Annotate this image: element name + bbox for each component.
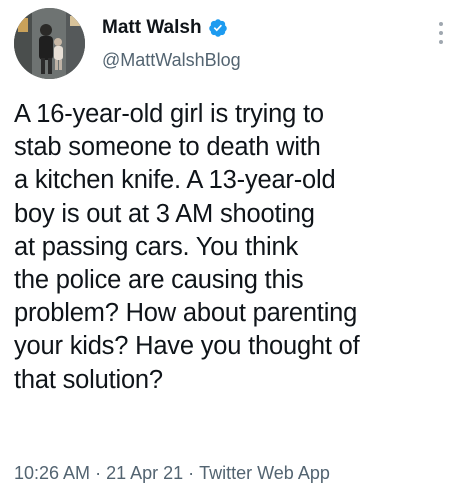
author-display-name[interactable]: Matt Walsh bbox=[102, 17, 202, 39]
tweet-card: Matt Walsh @MattWalshBlog A 16-year-old … bbox=[0, 0, 463, 500]
more-dot bbox=[439, 31, 443, 35]
tweet-date[interactable]: 21 Apr 21 bbox=[106, 463, 183, 483]
more-options-icon[interactable] bbox=[433, 22, 449, 44]
avatar[interactable] bbox=[14, 8, 85, 79]
more-dot bbox=[439, 40, 443, 44]
verified-badge-icon bbox=[208, 18, 228, 38]
meta-separator: · bbox=[95, 463, 102, 483]
author-name-row[interactable]: Matt Walsh bbox=[102, 16, 228, 40]
tweet-time[interactable]: 10:26 AM bbox=[14, 463, 90, 483]
tweet-body-text: A 16-year-old girl is trying to stab som… bbox=[14, 100, 360, 394]
tweet-source-app[interactable]: Twitter Web App bbox=[199, 463, 330, 483]
meta-separator: · bbox=[188, 463, 195, 483]
avatar-photo-icon bbox=[14, 8, 85, 79]
more-dot bbox=[439, 22, 443, 26]
author-handle[interactable]: @MattWalshBlog bbox=[102, 50, 241, 71]
tweet-metadata: 10:26 AM · 21 Apr 21 · Twitter Web App bbox=[14, 463, 330, 484]
